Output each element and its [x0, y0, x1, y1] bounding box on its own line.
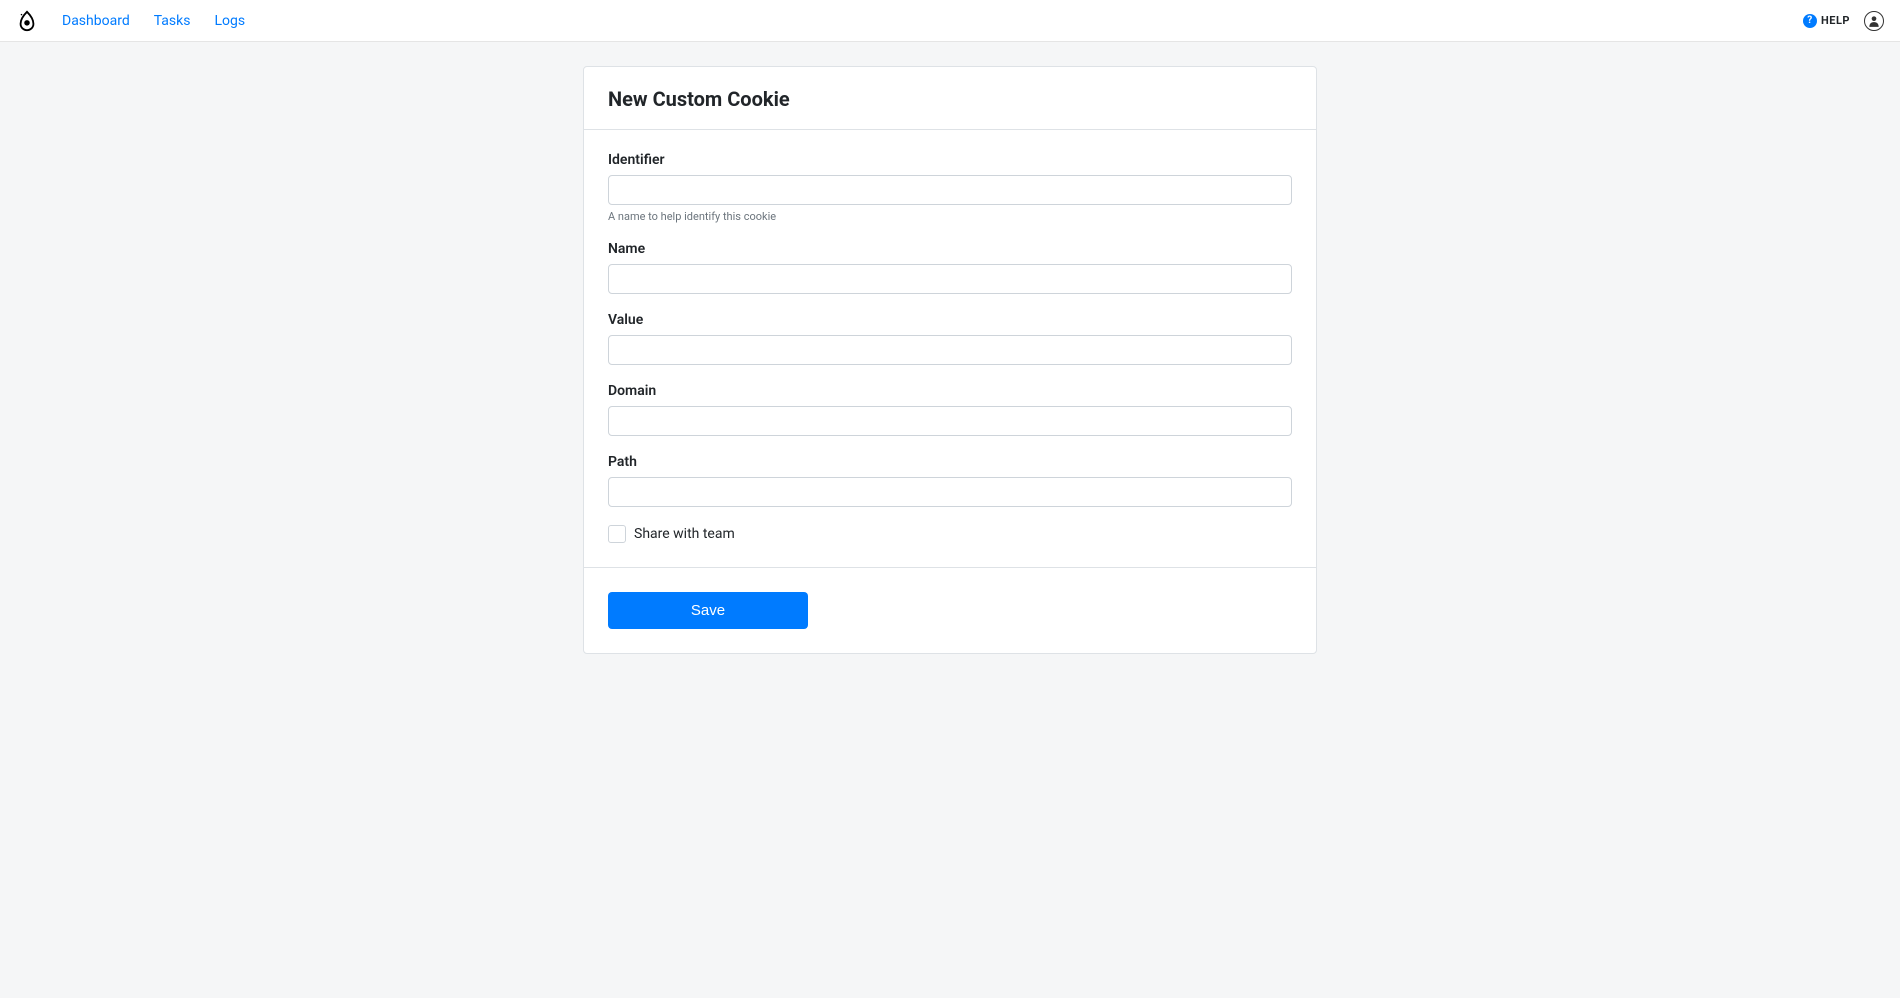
nav-logs[interactable]: Logs: [214, 13, 245, 29]
domain-input[interactable]: [608, 406, 1292, 436]
form-group-name: Name: [608, 241, 1292, 294]
main-container: New Custom Cookie Identifier A name to h…: [583, 66, 1317, 654]
share-label[interactable]: Share with team: [634, 526, 735, 542]
navbar-left: Dashboard Tasks Logs: [16, 10, 245, 32]
help-link[interactable]: ? HELP: [1803, 14, 1850, 28]
identifier-hint: A name to help identify this cookie: [608, 210, 1292, 223]
form-group-value: Value: [608, 312, 1292, 365]
value-label: Value: [608, 312, 1292, 328]
form-group-domain: Domain: [608, 383, 1292, 436]
save-button[interactable]: Save: [608, 592, 808, 629]
path-input[interactable]: [608, 477, 1292, 507]
card-footer: Save: [584, 568, 1316, 653]
avatar[interactable]: [1864, 11, 1884, 31]
value-input[interactable]: [608, 335, 1292, 365]
form-group-identifier: Identifier A name to help identify this …: [608, 152, 1292, 223]
name-label: Name: [608, 241, 1292, 257]
domain-label: Domain: [608, 383, 1292, 399]
help-label: HELP: [1821, 14, 1850, 27]
help-icon: ?: [1803, 14, 1817, 28]
card-header: New Custom Cookie: [584, 67, 1316, 130]
nav-dashboard[interactable]: Dashboard: [62, 13, 130, 29]
path-label: Path: [608, 454, 1292, 470]
identifier-label: Identifier: [608, 152, 1292, 168]
share-checkbox[interactable]: [608, 525, 626, 543]
form-group-path: Path: [608, 454, 1292, 507]
card-body: Identifier A name to help identify this …: [584, 130, 1316, 568]
name-input[interactable]: [608, 264, 1292, 294]
form-group-share: Share with team: [608, 525, 1292, 543]
page-title: New Custom Cookie: [608, 87, 1292, 111]
nav-tasks[interactable]: Tasks: [154, 13, 191, 29]
logo-icon[interactable]: [16, 10, 38, 32]
identifier-input[interactable]: [608, 175, 1292, 205]
form-card: New Custom Cookie Identifier A name to h…: [583, 66, 1317, 654]
navbar: Dashboard Tasks Logs ? HELP: [0, 0, 1900, 42]
navbar-right: ? HELP: [1803, 11, 1884, 31]
